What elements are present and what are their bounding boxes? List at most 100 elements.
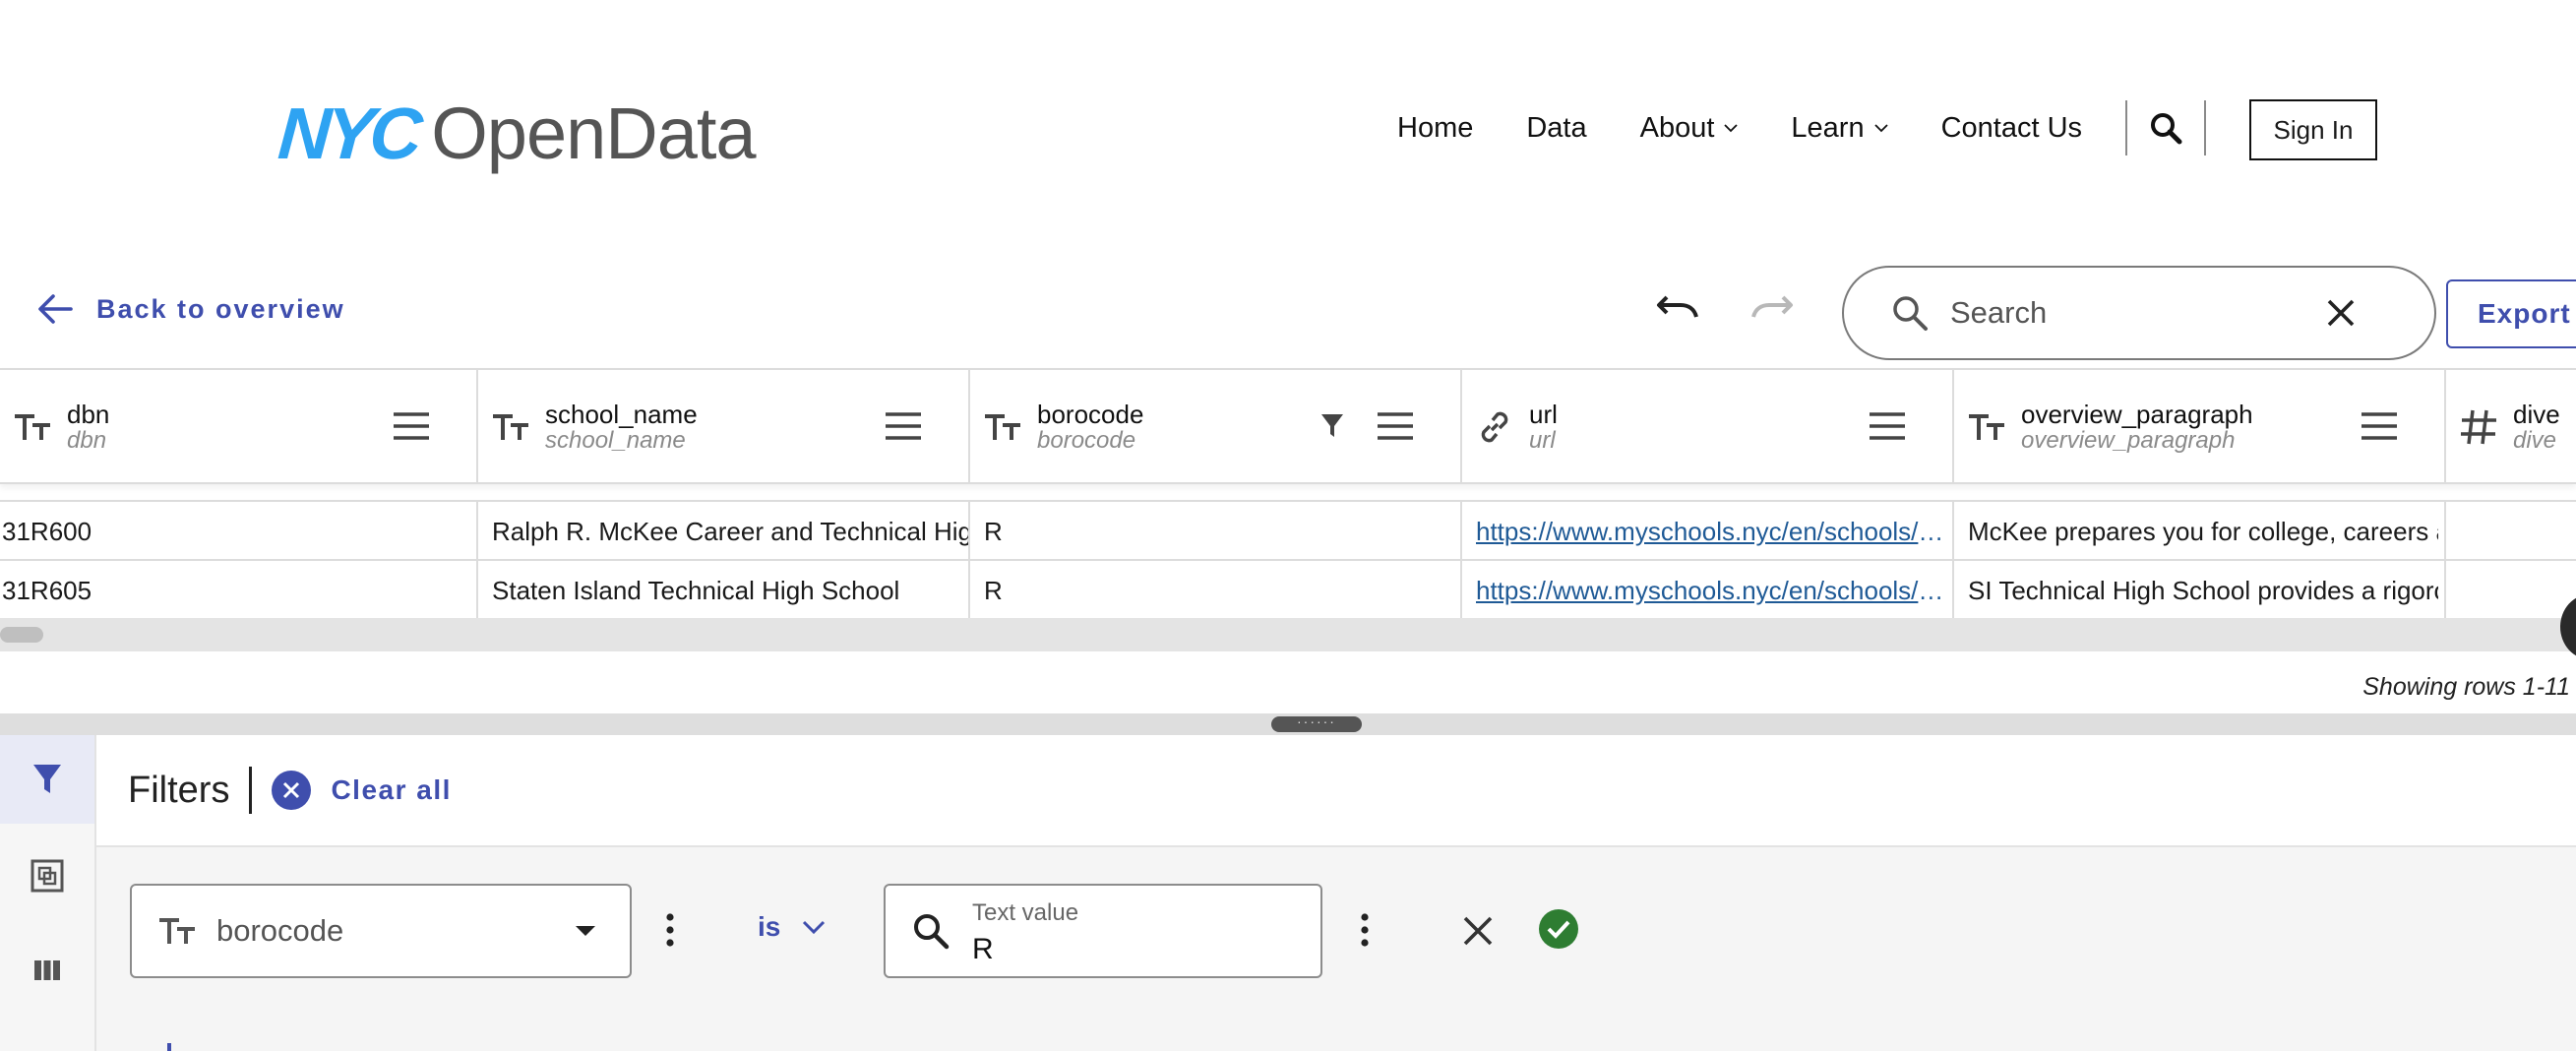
export-button[interactable]: Export bbox=[2446, 279, 2576, 348]
cell-dbn[interactable]: 31R600 bbox=[0, 502, 476, 561]
url-link[interactable]: https://www.myschools.nyc/en/schools/hig… bbox=[1476, 576, 1944, 606]
undo-icon bbox=[1657, 295, 1698, 318]
redo-button bbox=[1749, 291, 1795, 326]
remove-filter-button[interactable] bbox=[1462, 915, 1494, 952]
search-icon bbox=[1893, 296, 1928, 331]
more-vertical-icon bbox=[1361, 913, 1369, 947]
column-name: dbn bbox=[67, 399, 110, 429]
number-type-icon bbox=[2454, 408, 2503, 446]
text-type-icon bbox=[159, 918, 195, 944]
text-type-icon bbox=[1962, 412, 2011, 442]
column-field: dive bbox=[2513, 427, 2557, 455]
column-field: dbn bbox=[67, 427, 107, 455]
side-rail bbox=[0, 735, 96, 1051]
check-circle-icon bbox=[1539, 909, 1578, 949]
nav-learn[interactable]: Learn bbox=[1791, 112, 1888, 145]
grid-search-input[interactable]: Search bbox=[1842, 266, 2436, 360]
nav-data[interactable]: Data bbox=[1526, 112, 1586, 145]
data-grid: dbn dbn school_name school_name borocode bo… bbox=[0, 368, 2576, 716]
clear-circle-icon bbox=[272, 771, 312, 810]
site-search-button[interactable] bbox=[2127, 111, 2204, 145]
nav-home-label: Home bbox=[1397, 111, 1474, 144]
search-placeholder: Search bbox=[1950, 295, 2048, 330]
column-header-url[interactable]: url url bbox=[1462, 370, 1952, 484]
row-count-status: Showing rows 1-11 bbox=[2362, 673, 2570, 701]
cell-dbn[interactable]: 31R605 bbox=[0, 561, 476, 620]
filter-column-select[interactable]: borocode bbox=[130, 884, 632, 978]
chevron-down-icon bbox=[1873, 124, 1888, 133]
title-divider bbox=[249, 767, 253, 814]
cell-divider bbox=[2444, 502, 2446, 559]
cell-url[interactable]: https://www.myschools.nyc/en/schools/hig… bbox=[1460, 502, 1944, 561]
nav-home[interactable]: Home bbox=[1397, 112, 1473, 145]
column-header-borocode[interactable]: borocode borocode bbox=[970, 370, 1460, 484]
column-header-dbn[interactable]: dbn dbn bbox=[0, 370, 476, 484]
clear-all-label: Clear all bbox=[331, 774, 452, 805]
apply-filter-button[interactable] bbox=[1537, 907, 1580, 956]
undo-button[interactable] bbox=[1655, 291, 1700, 326]
dropdown-caret-icon bbox=[576, 926, 595, 936]
cell-school-name[interactable]: Staten Island Technical High School bbox=[476, 561, 968, 620]
close-icon bbox=[1463, 916, 1493, 946]
redo-icon bbox=[1751, 295, 1793, 318]
link-type-icon bbox=[1470, 407, 1519, 447]
column-header-school-name[interactable]: school_name school_name bbox=[478, 370, 968, 484]
chevron-down-icon bbox=[1724, 124, 1739, 133]
main-nav: Home Data About Learn Contact Us bbox=[1397, 100, 2207, 155]
back-label: Back to overview bbox=[96, 293, 345, 324]
column-menu-icon[interactable] bbox=[1868, 410, 1907, 442]
back-to-overview-link[interactable]: Back to overview bbox=[35, 291, 345, 327]
nav-about[interactable]: About bbox=[1640, 112, 1739, 145]
filters-title: Filters bbox=[128, 769, 230, 811]
filters-tab[interactable] bbox=[0, 735, 94, 824]
filter-active-icon[interactable] bbox=[1320, 413, 1344, 439]
drag-handle[interactable]: ······ bbox=[1271, 714, 1362, 732]
column-field: borocode bbox=[1037, 427, 1136, 455]
cell-overview-paragraph[interactable]: McKee prepares you for college, careers … bbox=[1952, 502, 2438, 561]
column-field: overview_paragraph bbox=[2021, 427, 2236, 455]
column-header-overview-paragraph[interactable]: overview_paragraph overview_paragraph bbox=[1954, 370, 2444, 484]
table-row[interactable]: 31R605 Staten Island Technical High Scho… bbox=[0, 561, 2576, 622]
filter-icon bbox=[33, 765, 61, 793]
column-menu-icon[interactable] bbox=[884, 410, 923, 442]
cell-borocode[interactable]: R bbox=[968, 561, 1460, 620]
column-header-dive[interactable]: dive dive bbox=[2446, 370, 2576, 484]
group-icon bbox=[31, 859, 64, 893]
cell-borocode[interactable]: R bbox=[968, 502, 1460, 561]
search-icon bbox=[914, 914, 950, 950]
column-menu-icon[interactable] bbox=[1376, 410, 1415, 442]
group-tab[interactable] bbox=[0, 832, 94, 920]
column-name: borocode bbox=[1037, 399, 1144, 429]
search-icon bbox=[2151, 113, 2182, 145]
cell-overview-paragraph[interactable]: SI Technical High School provides a rigo… bbox=[1952, 561, 2438, 620]
filter-text-value-field[interactable]: Text value R bbox=[884, 884, 1322, 978]
arrow-left-icon bbox=[38, 294, 73, 324]
clear-all-button[interactable]: Clear all bbox=[272, 771, 451, 810]
column-field: school_name bbox=[545, 427, 686, 455]
logo-nyc-mark: NYC bbox=[276, 92, 421, 174]
cell-school-name[interactable]: Ralph R. McKee Career and Technical High… bbox=[476, 502, 968, 561]
filters-header: Filters Clear all bbox=[96, 735, 2576, 847]
filter-operator-select[interactable]: is bbox=[758, 911, 826, 943]
nav-about-label: About bbox=[1639, 111, 1715, 144]
chevron-down-icon bbox=[803, 920, 826, 934]
panel-splitter[interactable]: ······ bbox=[0, 713, 2576, 735]
text-type-icon bbox=[8, 412, 57, 442]
column-menu-icon[interactable] bbox=[392, 410, 431, 442]
url-link[interactable]: https://www.myschools.nyc/en/schools/hig… bbox=[1476, 517, 1944, 547]
clear-search-icon[interactable] bbox=[2326, 298, 2356, 328]
sign-in-button[interactable]: Sign In bbox=[2249, 99, 2377, 160]
table-row[interactable]: 31R600 Ralph R. McKee Career and Technic… bbox=[0, 500, 2576, 561]
columns-tab[interactable] bbox=[0, 926, 94, 1015]
field-value: R bbox=[972, 933, 994, 965]
horizontal-scrollbar[interactable] bbox=[0, 618, 2576, 651]
column-menu-icon[interactable] bbox=[2360, 410, 2399, 442]
logo-opendata-text: OpenData bbox=[431, 92, 756, 174]
nav-contact-us[interactable]: Contact Us bbox=[1941, 112, 2082, 145]
value-options-button[interactable] bbox=[1360, 913, 1370, 952]
filter-options-button[interactable] bbox=[665, 913, 675, 952]
scrollbar-thumb[interactable] bbox=[0, 627, 43, 643]
cell-url[interactable]: https://www.myschools.nyc/en/schools/hig… bbox=[1460, 561, 1944, 620]
operator-label: is bbox=[758, 911, 781, 942]
nyc-opendata-logo[interactable]: NYC OpenData bbox=[276, 91, 756, 175]
